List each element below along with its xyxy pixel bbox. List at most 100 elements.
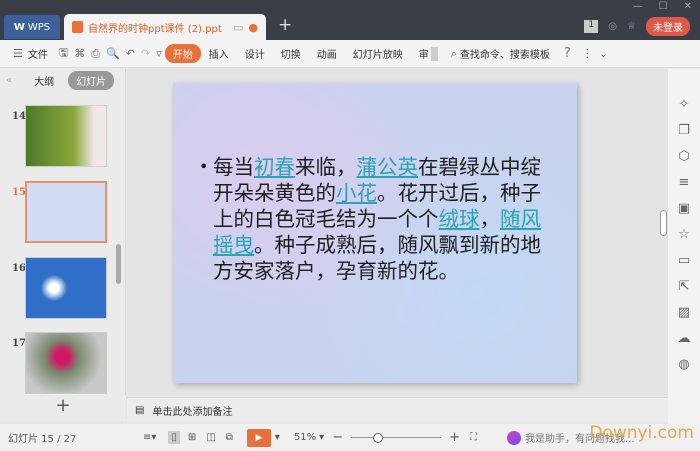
ribbon-toolbar: ☰ 文件 🖫 ⌘ ⎙ 🔍 ↶ ↷ ▿ 开始 插入 设计 切换 动画 幻灯片放映 … (0, 40, 700, 68)
play-options-dropdown[interactable]: ▾ (275, 432, 280, 443)
monitor-icon[interactable]: ▭ (233, 21, 243, 34)
hyperlink-text[interactable]: 小花 (336, 181, 377, 205)
slide-thumbnail-14[interactable]: 14 (0, 105, 120, 167)
tab-review[interactable]: 审 (411, 46, 431, 61)
tab-transition[interactable]: 切换 (273, 46, 309, 61)
star-icon[interactable]: ☆ (678, 227, 690, 242)
format-painter-icon[interactable]: ⌘ (71, 47, 88, 60)
shirt-icon[interactable]: ♕ (627, 21, 636, 32)
performance-icon[interactable]: ◍ (678, 357, 689, 372)
hyperlink-text[interactable]: 绒球 (439, 207, 480, 231)
skin-icon[interactable]: ◎ (608, 21, 617, 32)
archive-icon[interactable]: ▭ (678, 253, 690, 268)
slide-preview-selected (25, 181, 107, 243)
window-count-badge[interactable]: 1 (584, 20, 599, 33)
collapse-panel-icon[interactable]: « (6, 75, 12, 86)
ppt-file-icon (72, 21, 83, 33)
minimize-button[interactable]: — (633, 1, 643, 12)
vertical-scrollbar[interactable] (660, 210, 667, 236)
hyperlink-text[interactable]: 蒲公英 (357, 155, 419, 179)
tab-document[interactable]: 自然界的时钟ppt课件 (2).ppt ▭ ● (64, 14, 266, 40)
reading-view-icon[interactable]: ◫ (206, 432, 215, 443)
watermark: Downyi.com (589, 423, 694, 443)
notes-bar[interactable]: ▤ 单击此处添加备注 (127, 397, 668, 422)
slide-number: 14 (12, 111, 26, 122)
presenter-view-icon[interactable]: ⧉ (226, 432, 233, 443)
tab-slideshow[interactable]: 幻灯片放映 (345, 46, 411, 61)
redo-icon[interactable]: ↷ (138, 47, 153, 60)
new-tab-button[interactable]: + (278, 15, 292, 35)
title-bar: W WPS 自然界的时钟ppt课件 (2).ppt ▭ ● + — ☐ ✕ 1 ◎ ♕ 未登录 (0, 0, 700, 40)
current-slide[interactable]: • 每当初春来临，蒲公英在碧绿丛中绽开朵朵黄色的小花。花开过后，种子上的白色冠毛结… (173, 83, 577, 383)
slide-preview (25, 332, 107, 394)
print-preview-icon[interactable]: 🔍 (103, 47, 123, 60)
tab-animation[interactable]: 动画 (309, 46, 345, 61)
zoom-slider[interactable] (351, 432, 442, 443)
file-menu[interactable]: 文件 (26, 46, 56, 61)
play-slideshow-button[interactable]: ▶ (246, 428, 271, 447)
zoom-out-button[interactable]: − (332, 430, 343, 445)
slide-canvas: • 每当初春来临，蒲公英在碧绿丛中绽开朵朵黄色的小花。花开过后，种子上的白色冠毛结… (127, 69, 668, 396)
slide-body-text[interactable]: • 每当初春来临，蒲公英在碧绿丛中绽开朵朵黄色的小花。花开过后，种子上的白色冠毛结… (199, 154, 559, 284)
unsaved-dot-icon: ● (248, 20, 258, 34)
tab-design[interactable]: 设计 (237, 46, 273, 61)
menu-icon[interactable]: ☰ (10, 47, 26, 60)
search-icon: ⌕ (450, 46, 457, 60)
collapse-ribbon-icon[interactable]: ⌄ (596, 47, 611, 60)
slide-number: 15 (12, 187, 26, 198)
tab-outline[interactable]: 大纲 (34, 73, 54, 88)
save-icon[interactable]: 🖫 (56, 44, 71, 63)
slide-thumbnail-17[interactable]: 17 (0, 332, 120, 394)
slide-number: 17 (12, 338, 26, 349)
image-icon[interactable]: ▨ (678, 305, 690, 320)
tab-wps-home[interactable]: W WPS (4, 15, 60, 39)
slide-text-segment: ， (479, 207, 501, 231)
zoom-level[interactable]: 51% (294, 432, 316, 443)
zoom-in-button[interactable]: + (449, 430, 460, 445)
maximize-button[interactable]: ☐ (659, 1, 668, 12)
shapes-icon[interactable]: ⬡ (678, 149, 689, 164)
copy-icon[interactable]: ❐ (678, 123, 690, 138)
notes-icon: ▤ (135, 404, 145, 416)
slide-text-segment: 来临， (295, 155, 357, 179)
login-button[interactable]: 未登录 (646, 17, 690, 36)
zoom-slider-knob[interactable] (373, 432, 384, 443)
add-slide-button[interactable]: + (0, 395, 126, 421)
right-sidebar: ✧ ❐ ⬡ ≡ ▣ ☆ ▭ ⇱ ▨ ☁ ◍ (668, 69, 700, 424)
pin-icon[interactable]: ✧ (679, 97, 690, 112)
share-icon[interactable]: ⇱ (679, 279, 690, 294)
slide-thumbnail-16[interactable]: 16 (0, 257, 120, 319)
backup-icon[interactable]: ☁ (678, 331, 691, 346)
normal-view-icon[interactable]: ▯ (168, 431, 180, 444)
print-icon[interactable]: ⎙ (88, 47, 103, 61)
wps-logo-icon: W (13, 21, 25, 33)
gallery-icon[interactable]: ▣ (678, 201, 690, 216)
panel-scrollbar[interactable] (116, 244, 121, 284)
command-search[interactable]: 查找命令、搜索模板 (460, 46, 556, 61)
slide-preview (25, 105, 107, 167)
sorter-view-icon[interactable]: ⊞ (188, 432, 196, 443)
bullet-icon: • (199, 157, 209, 176)
undo-icon[interactable]: ↶ (123, 47, 138, 60)
slide-text-segment: 。种子成熟后，随风飘到新的地方安家落户，孕育新的花。 (213, 233, 541, 283)
more-icon[interactable]: ⋮ (579, 47, 596, 60)
close-button[interactable]: ✕ (684, 1, 692, 12)
notes-placeholder[interactable]: 单击此处添加备注 (152, 403, 232, 418)
slide-number: 16 (12, 263, 26, 274)
notes-toggle-icon[interactable]: ≡▾ (143, 432, 156, 443)
zoom-dropdown[interactable]: ▾ (319, 432, 324, 443)
slide-thumbnail-15[interactable]: 15 (0, 181, 120, 243)
slide-counter: 幻灯片 15 / 27 (8, 434, 77, 445)
fit-window-icon[interactable]: ⛶ (470, 432, 477, 443)
hyperlink-text[interactable]: 初春 (254, 155, 295, 179)
slide-preview (25, 257, 107, 319)
help-button[interactable]: ? (556, 46, 579, 61)
customize-dropdown-icon[interactable]: ▿ (153, 47, 165, 60)
more-tabs-arrow[interactable] (430, 46, 438, 61)
tab-slides[interactable]: 幻灯片 (68, 70, 115, 90)
document-title: 自然界的时钟ppt课件 (2).ppt (88, 23, 222, 35)
settings-sliders-icon[interactable]: ≡ (679, 175, 690, 190)
tab-home[interactable]: 开始 (164, 44, 201, 63)
assistant-icon[interactable] (507, 430, 522, 445)
tab-insert[interactable]: 插入 (201, 46, 237, 61)
